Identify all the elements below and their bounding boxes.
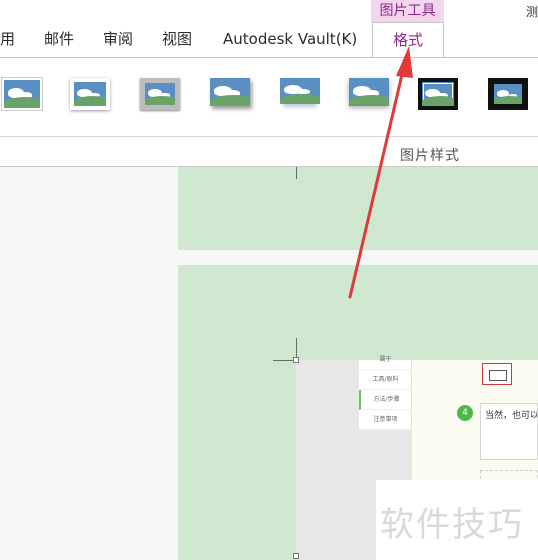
- picture-tools-context-label: 图片工具: [371, 0, 444, 22]
- picture-style-white-frame[interactable]: [70, 78, 110, 110]
- tab-use[interactable]: 用: [0, 28, 15, 50]
- picture-side-menu: 属于 工具/原料 方法/步骤 注意事项: [359, 356, 412, 430]
- picture-styles-group-label: 图片样式: [400, 148, 460, 164]
- tab-view[interactable]: 视图: [162, 28, 192, 50]
- resize-handle-bottom-left[interactable]: [293, 553, 299, 559]
- side-menu-item: 注意事项: [359, 410, 412, 430]
- picture-styles-gallery: [0, 58, 538, 136]
- picture-style-reflected[interactable]: [280, 78, 320, 110]
- picture-style-drop-shadow[interactable]: [210, 78, 250, 110]
- picture-style-simple-frame[interactable]: [2, 78, 42, 110]
- step-number-badge: 4: [457, 405, 473, 421]
- side-menu-item: 工具/原料: [359, 370, 412, 390]
- picture-style-soft-edge[interactable]: [349, 78, 389, 110]
- picture-style-gray-bevel[interactable]: [140, 78, 180, 110]
- tab-autodesk-vault[interactable]: Autodesk Vault(K): [223, 28, 357, 50]
- picture-thumbnail: [482, 363, 512, 385]
- side-menu-item: 方法/步骤: [359, 390, 412, 410]
- picture-style-black-frame[interactable]: [418, 78, 458, 110]
- margin-mark: [296, 167, 297, 179]
- tab-review[interactable]: 审阅: [103, 28, 133, 50]
- gallery-divider: [0, 136, 538, 137]
- picture-style-thick-black-frame[interactable]: [488, 78, 528, 110]
- watermark-text: 软件技巧: [380, 505, 524, 545]
- previous-page: [178, 167, 538, 250]
- title-bar-text: 测: [526, 5, 538, 19]
- resize-handle-top-left[interactable]: [293, 357, 299, 363]
- tab-mailings[interactable]: 邮件: [44, 28, 74, 50]
- tab-format[interactable]: 格式: [372, 22, 444, 58]
- side-menu-item: 属于: [359, 350, 412, 370]
- step-text-box: 当然，也可以: [480, 403, 538, 460]
